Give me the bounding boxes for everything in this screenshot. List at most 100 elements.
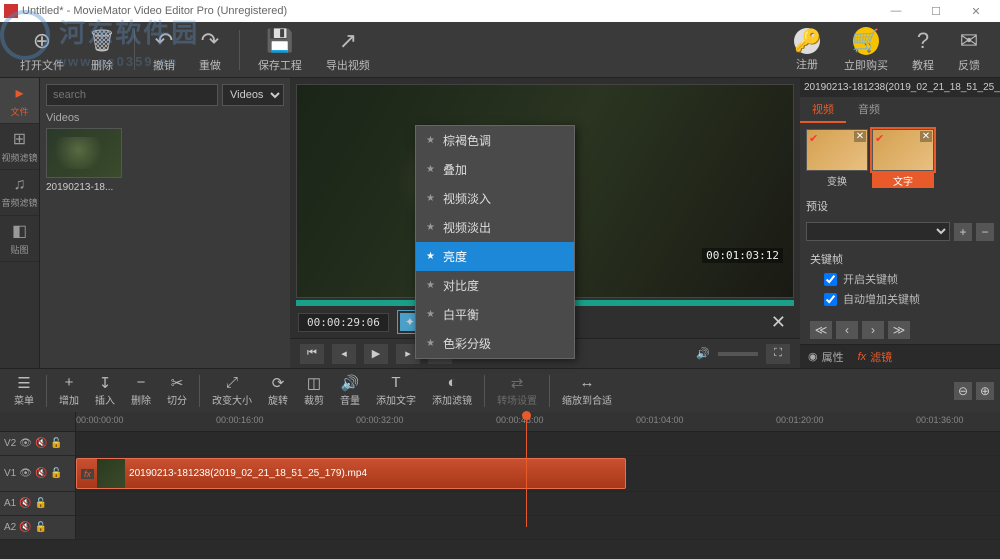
- mute-icon[interactable]: 🔇: [19, 522, 31, 533]
- lock-icon[interactable]: 🔓: [35, 498, 47, 509]
- tl-resize-button[interactable]: ⤢改变大小: [212, 374, 252, 407]
- buy-now-button[interactable]: 🛒立即购买: [844, 27, 888, 73]
- register-button[interactable]: 🔑注册: [794, 28, 820, 72]
- minimize-button[interactable]: —: [876, 5, 916, 17]
- zoom-out-button[interactable]: ⊖: [954, 382, 972, 400]
- skip-start-button[interactable]: ⏮: [300, 344, 324, 364]
- search-input[interactable]: [46, 84, 218, 106]
- kf-fwd-button[interactable]: ›: [862, 321, 884, 339]
- effect-colorgrade[interactable]: ★色彩分级: [416, 329, 574, 358]
- lock-icon[interactable]: 🔓: [50, 438, 62, 449]
- maximize-button[interactable]: ☐: [916, 5, 956, 18]
- tl-delete-button[interactable]: −删除: [131, 374, 151, 407]
- category-select[interactable]: Videos: [222, 84, 284, 106]
- preset-remove-button[interactable]: −: [976, 223, 994, 241]
- fullscreen-button[interactable]: ⛶: [766, 344, 790, 364]
- track-body[interactable]: [76, 492, 1000, 515]
- effect-fadeout[interactable]: ★视频淡出: [416, 213, 574, 242]
- delete-button[interactable]: 🗑删除: [88, 27, 116, 73]
- save-project-button[interactable]: 💾保存工程: [258, 27, 302, 73]
- timeline-ruler[interactable]: 00:00:00:00 00:00:16:00 00:00:32:00 00:0…: [0, 412, 1000, 432]
- star-icon: ★: [426, 164, 435, 175]
- left-sidebar: ▸文件 ⊞视频滤镜 ♫音频滤镜 ◧贴图: [0, 78, 40, 368]
- effect-sepia[interactable]: ★棕褐色调: [416, 126, 574, 155]
- timeline-clip[interactable]: fx 20190213-181238(2019_02_21_18_51_25_1…: [76, 458, 626, 489]
- lock-icon[interactable]: 🔓: [50, 468, 62, 479]
- close-button[interactable]: ✕: [956, 5, 996, 18]
- tl-insert-button[interactable]: ↧插入: [95, 374, 115, 407]
- playhead[interactable]: [526, 412, 527, 527]
- mute-icon[interactable]: 🔇: [35, 438, 47, 449]
- kf-next-button[interactable]: ≫: [888, 321, 910, 339]
- tl-fit-button[interactable]: ↔缩放到合适: [562, 374, 612, 407]
- tl-text-button[interactable]: T添加文字: [376, 374, 416, 407]
- play-button[interactable]: ▶: [364, 344, 388, 364]
- mute-icon[interactable]: 🔇: [19, 498, 31, 509]
- export-icon: ↗: [339, 27, 357, 55]
- fx-transform[interactable]: ✔✕ 变换: [806, 129, 868, 188]
- add-icon: +: [65, 374, 74, 392]
- tl-rotate-button[interactable]: ⟳旋转: [268, 374, 288, 407]
- open-file-button[interactable]: ⊕打开文件: [20, 27, 64, 73]
- filter-icon: ◐: [447, 374, 456, 392]
- remove-fx-icon[interactable]: ✕: [854, 131, 866, 142]
- tl-crop-button[interactable]: ◫裁剪: [304, 374, 324, 407]
- tl-transition-button[interactable]: ⇄转场设置: [497, 374, 537, 407]
- feedback-button[interactable]: ✉反馈: [958, 27, 980, 73]
- effect-whitebalance[interactable]: ★白平衡: [416, 300, 574, 329]
- volume-slider[interactable]: [718, 352, 758, 356]
- effect-overlay[interactable]: ★叠加: [416, 155, 574, 184]
- sidebar-sticker[interactable]: ◧贴图: [0, 216, 39, 262]
- clip-duration: 00:01:03:12: [702, 248, 783, 263]
- track-a2: A2🔇🔓: [0, 516, 1000, 540]
- tl-volume-button[interactable]: 🔊音量: [340, 374, 360, 407]
- tl-menu-button[interactable]: ☰菜单: [14, 374, 34, 407]
- attr-filter-tab[interactable]: fx 滤镜: [858, 349, 893, 365]
- eye-icon[interactable]: 👁: [19, 438, 32, 449]
- close-preview-button[interactable]: ✕: [765, 312, 792, 333]
- preset-select[interactable]: [806, 222, 950, 241]
- kf-prev-button[interactable]: ≪: [810, 321, 832, 339]
- tl-add-button[interactable]: +增加: [59, 374, 79, 407]
- zoom-in-button[interactable]: ⊕: [976, 382, 994, 400]
- volume-icon[interactable]: 🔊: [696, 347, 710, 360]
- export-video-button[interactable]: ↗导出视频: [326, 27, 370, 73]
- sidebar-audio-filter[interactable]: ♫音频滤镜: [0, 170, 39, 216]
- effect-fadein[interactable]: ★视频淡入: [416, 184, 574, 213]
- effect-contrast[interactable]: ★对比度: [416, 271, 574, 300]
- star-icon: ★: [426, 309, 435, 320]
- preset-add-button[interactable]: +: [954, 223, 972, 241]
- kf-auto-checkbox[interactable]: 自动增加关键帧: [824, 291, 990, 307]
- sidebar-file[interactable]: ▸文件: [0, 78, 39, 124]
- track-body[interactable]: fx 20190213-181238(2019_02_21_18_51_25_1…: [76, 456, 1000, 491]
- mute-icon[interactable]: 🔇: [35, 468, 47, 479]
- effect-brightness[interactable]: ★亮度: [416, 242, 574, 271]
- preset-label: 预设: [806, 198, 828, 214]
- tutorial-button[interactable]: ?教程: [912, 27, 934, 73]
- undo-button[interactable]: ↶撤销: [153, 27, 175, 73]
- kf-back-button[interactable]: ‹: [836, 321, 858, 339]
- tl-filter-button[interactable]: ◐添加滤镜: [432, 374, 472, 407]
- eye-icon[interactable]: 👁: [19, 468, 32, 479]
- sidebar-video-filter[interactable]: ⊞视频滤镜: [0, 124, 39, 170]
- track-body[interactable]: [76, 516, 1000, 539]
- remove-fx-icon[interactable]: ✕: [920, 131, 932, 142]
- prev-frame-button[interactable]: ◂: [332, 344, 356, 364]
- clip-label: 20190213-181238(2019_02_21_18_51_25_179)…: [129, 468, 367, 479]
- redo-button[interactable]: ↷重做: [199, 27, 221, 73]
- tab-audio[interactable]: 音频: [846, 97, 892, 123]
- lock-icon[interactable]: 🔓: [35, 522, 47, 533]
- media-panel: Videos Videos 20190213-18...: [40, 78, 290, 368]
- star-icon: ★: [426, 222, 435, 233]
- media-clip[interactable]: 20190213-18...: [46, 128, 122, 193]
- rotate-icon: ⟳: [272, 374, 285, 392]
- attr-props-tab[interactable]: ◉ 属性: [808, 349, 844, 365]
- tl-split-button[interactable]: ✂切分: [167, 374, 187, 407]
- track-body[interactable]: [76, 432, 1000, 455]
- fx-text[interactable]: ✔✕ 文字: [872, 129, 934, 188]
- key-icon: 🔑: [794, 28, 820, 54]
- timecode-display[interactable]: 00:00:29:06: [298, 313, 389, 332]
- kf-enable-checkbox[interactable]: 开启关键帧: [824, 271, 990, 287]
- star-icon: ★: [426, 251, 435, 262]
- tab-video[interactable]: 视频: [800, 97, 846, 123]
